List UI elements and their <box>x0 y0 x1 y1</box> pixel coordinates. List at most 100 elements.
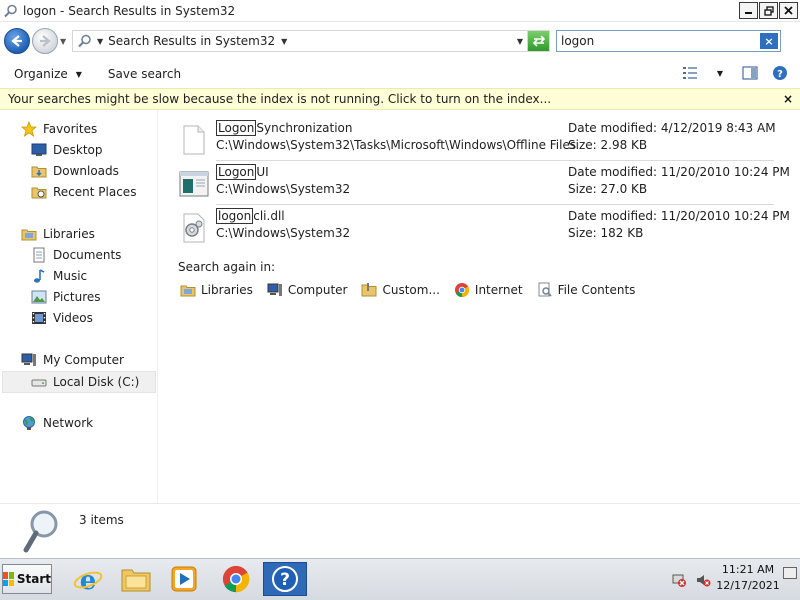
nav-label-libraries: Libraries <box>43 227 95 241</box>
result-name[interactable]: Logon Synchronization <box>216 120 353 136</box>
result-row[interactable]: logon cli.dll C:\Windows\System32 Date mo… <box>176 206 790 250</box>
nav-label-desktop: Desktop <box>53 143 103 157</box>
save-search-button[interactable]: Save search <box>102 64 187 84</box>
breadcrumb-search-results[interactable]: Search Results in System32 <box>108 34 275 48</box>
search-again-file-contents-label: File Contents <box>557 283 636 297</box>
result-date-modified: Date modified: 11/20/2010 10:24 PM <box>568 165 790 179</box>
search-again-file-contents[interactable]: File Contents <box>537 282 636 298</box>
minimize-icon <box>745 12 752 14</box>
computer-icon <box>20 352 38 368</box>
show-desktop-button[interactable] <box>783 567 797 579</box>
internet-explorer-icon: e <box>73 566 103 594</box>
preview-pane-button[interactable] <box>740 64 760 82</box>
search-again-libraries-label: Libraries <box>201 283 253 297</box>
info-bar-message[interactable]: Your searches might be slow because the … <box>8 92 551 106</box>
name-match-highlight: Logon <box>216 164 257 180</box>
result-name[interactable]: Logon UI <box>216 164 269 180</box>
address-history-chevron-down-icon[interactable]: ▼ <box>517 37 523 46</box>
address-field[interactable]: ▼ Search Results in System32 ▼ ▼ <box>72 30 550 52</box>
nav-item-documents[interactable]: Documents <box>30 245 121 265</box>
result-date-modified: Date modified: 4/12/2019 8:43 AM <box>568 121 776 135</box>
restore-button[interactable] <box>759 2 778 19</box>
breadcrumb-dropdown-chevron-icon[interactable]: ▼ <box>281 37 287 46</box>
result-date-modified: Date modified: 11/20/2010 10:24 PM <box>568 209 790 223</box>
search-icon <box>22 508 62 554</box>
view-options-chevron-down-icon[interactable]: ▼ <box>710 64 730 82</box>
address-bar-region: ▼ ▼ Search Results in System32 ▼ ▼ × <box>0 22 800 60</box>
taskbar-chrome[interactable] <box>214 562 258 596</box>
result-size: Size: 182 KB <box>568 226 644 240</box>
taskbar-internet-explorer[interactable]: e <box>66 562 110 596</box>
nav-item-recent-places[interactable]: Recent Places <box>30 182 136 202</box>
nav-item-desktop[interactable]: Desktop <box>30 140 103 160</box>
clock[interactable]: 11:21 AM 12/17/2021 <box>716 562 780 594</box>
nav-label-videos: Videos <box>53 311 93 325</box>
title-bar[interactable]: logon - Search Results in System32 <box>0 0 800 22</box>
item-count: 3 items <box>79 513 124 527</box>
nav-item-my-computer[interactable]: My Computer <box>20 350 124 370</box>
chrome-icon <box>454 282 470 298</box>
name-rest: cli.dll <box>253 209 285 223</box>
view-tools: ▼ ? <box>680 64 790 82</box>
start-button[interactable]: Start <box>2 564 52 594</box>
result-row[interactable]: Logon UI C:\Windows\System32 Date modifie… <box>176 162 790 206</box>
organize-button[interactable]: Organize ▼ <box>8 64 88 84</box>
refresh-button[interactable] <box>527 31 549 51</box>
dll-gear-icon <box>178 212 210 244</box>
nav-item-downloads[interactable]: Downloads <box>30 161 119 181</box>
refresh-icon <box>532 35 545 47</box>
search-box[interactable]: × <box>556 30 781 52</box>
back-button[interactable] <box>4 28 30 54</box>
nav-label-network: Network <box>43 416 94 430</box>
clear-search-label: × <box>764 34 774 48</box>
help-icon: ? <box>773 66 787 80</box>
search-again-label: Search again in: <box>178 260 276 274</box>
name-rest: UI <box>256 165 269 179</box>
network-warning-icon[interactable] <box>670 571 688 589</box>
search-again-links: Libraries Computer Custom... Internet Fi… <box>180 282 649 298</box>
volume-muted-icon[interactable] <box>694 571 712 589</box>
minimize-button[interactable] <box>739 2 758 19</box>
help-button[interactable]: ? <box>770 64 790 82</box>
forward-button[interactable] <box>32 28 58 54</box>
clear-search-button[interactable]: × <box>760 33 778 49</box>
help-icon: ? <box>272 566 298 592</box>
hard-drive-icon <box>30 374 48 390</box>
search-input[interactable] <box>557 32 757 50</box>
nav-item-pictures[interactable]: Pictures <box>30 287 101 307</box>
info-bar-close-button[interactable]: × <box>783 92 793 106</box>
search-again-custom-label: Custom... <box>382 283 440 297</box>
search-again-computer[interactable]: Computer <box>267 282 347 298</box>
command-bar: Organize ▼ Save search ▼ ? <box>0 60 800 88</box>
row-divider <box>216 160 774 161</box>
nav-item-videos[interactable]: Videos <box>30 308 93 328</box>
close-button[interactable] <box>779 2 798 19</box>
recent-pages-chevron-down-icon[interactable]: ▼ <box>60 37 66 46</box>
nav-item-music[interactable]: Music <box>30 266 87 286</box>
breadcrumb-chevron-down-icon[interactable]: ▼ <box>97 37 103 46</box>
taskbar: Start e ? 11:21 AM 12/17/2021 <box>0 558 800 600</box>
taskbar-help[interactable]: ? <box>263 562 307 596</box>
back-arrow-icon <box>11 35 22 47</box>
search-again-custom[interactable]: Custom... <box>361 282 440 298</box>
search-again-libraries[interactable]: Libraries <box>180 282 253 298</box>
close-icon <box>784 6 793 15</box>
nav-item-network[interactable]: Network <box>20 413 93 433</box>
nav-item-local-disk[interactable]: Local Disk (C:) <box>30 372 139 392</box>
nav-label-downloads: Downloads <box>53 164 119 178</box>
nav-label-music: Music <box>53 269 88 283</box>
taskbar-file-explorer[interactable] <box>114 562 158 596</box>
search-again-internet[interactable]: Internet <box>454 282 523 298</box>
taskbar-media-player[interactable] <box>162 562 206 596</box>
nav-label-recent-places: Recent Places <box>53 185 137 199</box>
row-divider <box>216 204 774 205</box>
name-match-highlight: logon <box>216 208 254 224</box>
preview-pane-icon <box>742 66 758 80</box>
result-row[interactable]: Logon Synchronization C:\Windows\System32… <box>176 118 776 162</box>
details-view-icon <box>683 67 697 79</box>
index-info-bar[interactable]: Your searches might be slow because the … <box>0 88 800 110</box>
nav-item-favorites[interactable]: Favorites <box>20 119 97 139</box>
change-view-button[interactable] <box>680 64 700 82</box>
result-name[interactable]: logon cli.dll <box>216 208 285 224</box>
nav-item-libraries[interactable]: Libraries <box>20 224 95 244</box>
